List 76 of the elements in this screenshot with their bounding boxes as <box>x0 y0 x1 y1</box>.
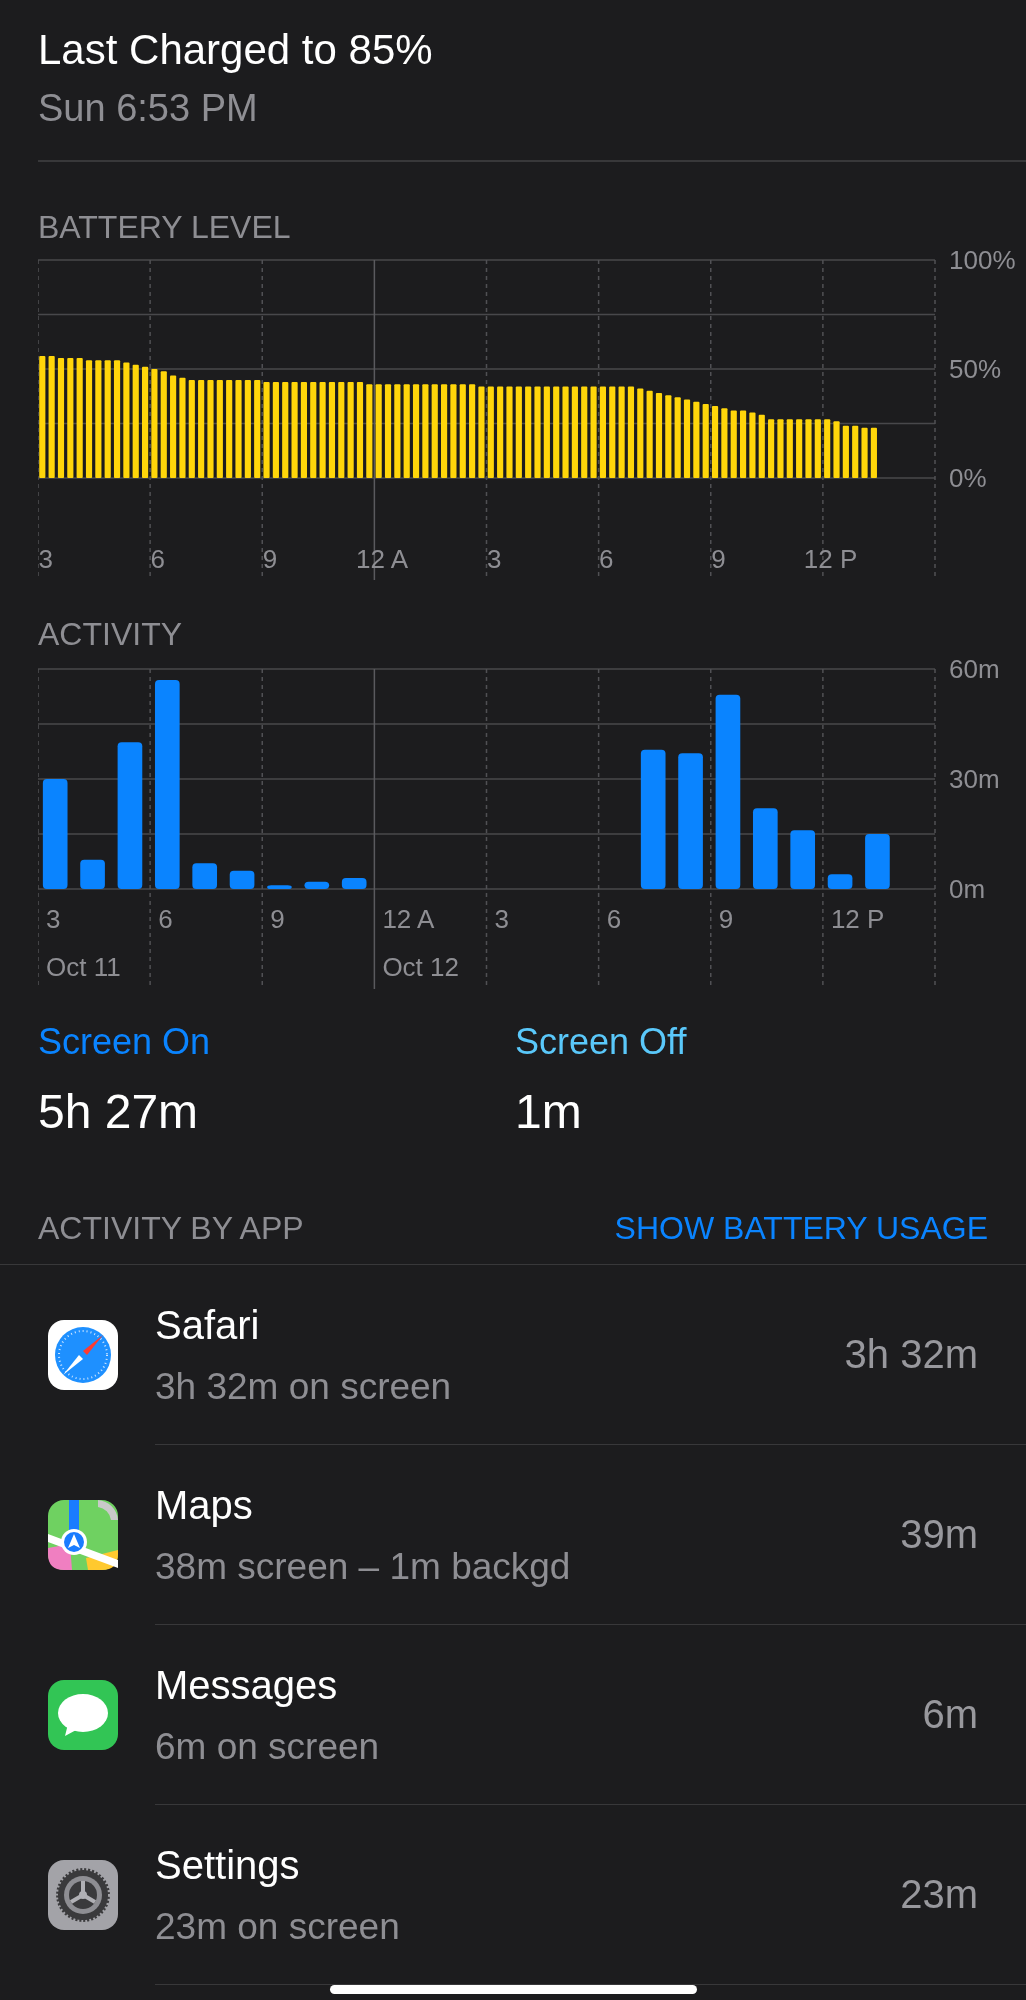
activity-bar <box>865 833 890 889</box>
battery-level-bar <box>833 420 840 478</box>
battery-level-bar <box>768 418 775 478</box>
battery-level-bar <box>796 418 803 478</box>
activity-bar <box>304 881 330 889</box>
axis-label: 12 A <box>356 543 409 574</box>
battery-level-bar <box>842 425 849 478</box>
battery-level-bar <box>852 425 859 478</box>
app-usage-detail: 3h 32m on screen <box>155 1364 453 1409</box>
battery-level-bar <box>758 414 765 478</box>
settings-icon <box>48 1859 118 1930</box>
app-usage-detail: 6m on screen <box>155 1724 381 1769</box>
app-name: Messages <box>155 1661 339 1709</box>
axis-label: 6 <box>150 543 166 574</box>
activity-bar <box>229 870 255 889</box>
axis-label: 9 <box>711 543 726 574</box>
battery-level-bar <box>805 418 812 478</box>
app-usage-detail: 38m screen – 1m backgd <box>155 1544 572 1589</box>
activity-bar <box>341 877 367 889</box>
show-battery-usage-link[interactable]: SHOW BATTERY USAGE <box>614 1207 988 1248</box>
chart-heading: ACTIVITY <box>38 614 183 654</box>
axis-label: 9 <box>262 543 278 574</box>
app-usage-time: 39m <box>900 1512 978 1557</box>
last-charged-title: Last Charged to 85% <box>38 25 434 75</box>
activity-bar <box>827 873 853 889</box>
activity-bar <box>267 884 292 889</box>
axis-label: 50% <box>949 353 1002 384</box>
app-usage-time: 6m <box>922 1692 978 1737</box>
axis-label: 9 <box>718 903 734 934</box>
battery-level-bar <box>749 412 756 478</box>
battery-level-bar <box>870 427 877 478</box>
battery-level-bar <box>824 418 831 478</box>
chart-heading: BATTERY LEVEL <box>38 207 292 247</box>
axis-label: 30m <box>949 763 1000 794</box>
screen-time-value: 5h 27m <box>38 1083 200 1140</box>
axis-label: 9 <box>270 903 285 934</box>
axis-label: 60m <box>949 658 1000 684</box>
axis-label: 3 <box>494 903 509 934</box>
axis-label: 6 <box>606 903 622 934</box>
axis-label: 6 <box>158 903 173 934</box>
app-name: Safari <box>155 1301 261 1349</box>
app-name: Settings <box>155 1841 301 1889</box>
axis-label: 3 <box>46 903 61 934</box>
battery-level-bar <box>786 418 793 478</box>
screen-time-value: 1m <box>515 1083 583 1140</box>
battery-level-bar <box>861 427 868 478</box>
app-usage-time: 3h 32m <box>844 1332 978 1377</box>
axis-label: 6 <box>599 543 614 574</box>
battery-level-bar <box>777 418 784 478</box>
date-label: Oct 11 <box>46 951 121 982</box>
axis-label: 3 <box>486 543 502 574</box>
axis-label: 12 P <box>803 543 858 574</box>
app-usage-time: 23m <box>900 1872 978 1917</box>
section-heading: ACTIVITY BY APP <box>38 1208 304 1248</box>
activity-bar <box>80 859 105 889</box>
date-label: Oct 12 <box>382 951 459 982</box>
activity-bar <box>192 862 218 889</box>
map-icon <box>48 1499 118 1570</box>
battery-level-bar <box>814 418 821 478</box>
axis-label: 12 A <box>382 903 435 934</box>
screen-time-label: Screen Off <box>515 1019 688 1064</box>
axis-label: 0% <box>949 462 987 493</box>
speech-bubble-icon <box>48 1679 118 1750</box>
axis-label: 12 P <box>830 903 885 934</box>
axis-label: 100% <box>949 249 1016 275</box>
last-charged-time: Sun 6:53 PM <box>38 86 259 131</box>
axis-label: 0m <box>949 873 986 904</box>
battery-level-bar <box>721 407 728 478</box>
app-name: Maps <box>155 1481 254 1529</box>
battery-level-bar <box>730 409 737 478</box>
activity-bar <box>790 829 816 889</box>
screen-time-label: Screen On <box>38 1019 212 1064</box>
compass-icon <box>48 1319 118 1390</box>
app-usage-detail: 23m on screen <box>155 1904 401 1949</box>
battery-level-bar <box>740 409 747 478</box>
axis-label: 3 <box>38 543 53 574</box>
